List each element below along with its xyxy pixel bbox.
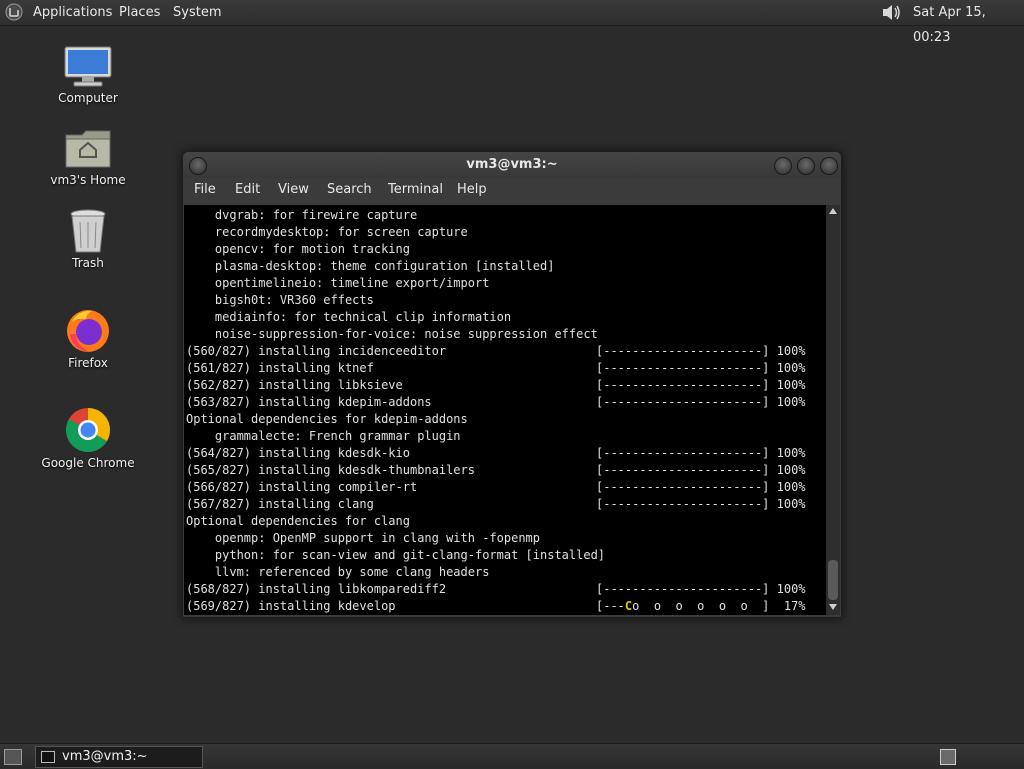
system-menu[interactable]: System xyxy=(173,0,221,25)
computer-label: Computer xyxy=(58,91,118,105)
terminal-window[interactable]: vm3@vm3:~ File Edit View Search Terminal… xyxy=(182,151,842,618)
progress-bar-text: [----------------------] 100% xyxy=(596,463,806,477)
desktop-icon-computer[interactable]: Computer xyxy=(38,45,138,105)
computer-icon xyxy=(64,46,112,87)
terminal-line: openmp: OpenMP support in clang with -fo… xyxy=(186,531,541,545)
menu-edit[interactable]: Edit xyxy=(235,182,260,197)
workspace-switcher[interactable] xyxy=(940,749,956,765)
terminal-line: opencv: for motion tracking xyxy=(186,242,410,256)
show-desktop-icon[interactable] xyxy=(4,749,22,765)
active-progress-bar: [---Co o o o o o ] 17% xyxy=(596,598,806,615)
volume-icon[interactable] xyxy=(880,2,904,23)
progress-bar-rest: o o o o o o ] 17% xyxy=(632,599,806,613)
progress-bar-prefix: [--- xyxy=(596,599,625,613)
progress-bar-text: [----------------------] 100% xyxy=(596,344,806,358)
terminal-line: (562/827) installing libksieve xyxy=(186,378,403,392)
progress-bar-text: [----------------------] 100% xyxy=(596,480,806,494)
taskbar-terminal-label: vm3@vm3:~ xyxy=(62,749,148,764)
progress-bar-text: [----------------------] 100% xyxy=(596,395,806,409)
terminal-line: (560/827) installing incidenceeditor xyxy=(186,344,447,358)
close-button[interactable] xyxy=(820,157,838,175)
terminal-line: mediainfo: for technical clip informatio… xyxy=(186,310,512,324)
clock[interactable]: Sat Apr 15, 00:23 xyxy=(913,0,1024,50)
chrome-label: Google Chrome xyxy=(41,456,135,470)
terminal-line: (561/827) installing ktnef xyxy=(186,361,374,375)
desktop-icon-firefox[interactable]: Firefox xyxy=(38,306,138,370)
trash-icon xyxy=(70,209,106,253)
terminal-line: bigsh0t: VR360 effects xyxy=(186,293,374,307)
desktop-icon-chrome[interactable]: Google Chrome xyxy=(38,406,138,470)
terminal-line: (564/827) installing kdesdk-kio xyxy=(186,446,410,460)
terminal-titlebar[interactable]: vm3@vm3:~ xyxy=(183,152,841,178)
home-folder-icon xyxy=(65,130,111,168)
menu-help[interactable]: Help xyxy=(457,182,487,197)
progress-bar-text: [----------------------] 100% xyxy=(596,378,806,392)
terminal-line: recordmydesktop: for screen capture xyxy=(186,225,468,239)
terminal-line: Optional dependencies for clang xyxy=(186,514,410,528)
trash-label: Trash xyxy=(72,256,104,270)
terminal-line: grammalecte: French grammar plugin xyxy=(186,429,461,443)
terminal-line: plasma-desktop: theme configuration [ins… xyxy=(186,259,555,273)
scroll-down-arrow-icon[interactable] xyxy=(829,604,837,610)
menu-view[interactable]: View xyxy=(278,182,309,197)
menu-search[interactable]: Search xyxy=(327,182,372,197)
terminal-line: opentimelineio: timeline export/import xyxy=(186,276,490,290)
home-label: vm3's Home xyxy=(50,173,126,187)
mint-logo-icon[interactable] xyxy=(5,3,23,21)
chrome-icon xyxy=(66,408,110,452)
terminal-menubar: File Edit View Search Terminal Help xyxy=(183,178,841,205)
terminal-line: (569/827) installing kdevelop xyxy=(186,599,396,613)
terminal-line: (568/827) installing libkomparediff2 xyxy=(186,582,447,596)
desktop-icon-home[interactable]: vm3's Home xyxy=(38,127,138,187)
firefox-icon xyxy=(67,310,109,352)
progress-bar-text: [----------------------] 100% xyxy=(596,497,806,511)
terminal-title: vm3@vm3:~ xyxy=(466,157,558,172)
progress-bar-text: [----------------------] 100% xyxy=(596,361,806,375)
firefox-label: Firefox xyxy=(68,356,108,370)
terminal-line: (566/827) installing compiler-rt xyxy=(186,480,418,494)
applications-menu[interactable]: Applications xyxy=(33,0,112,25)
menu-terminal[interactable]: Terminal xyxy=(388,182,443,197)
terminal-line: noise-suppression-for-voice: noise suppr… xyxy=(186,327,598,341)
bottom-panel: vm3@vm3:~ xyxy=(0,743,1024,769)
terminal-line: (565/827) installing kdesdk-thumbnailers xyxy=(186,463,475,477)
minimize-button[interactable] xyxy=(774,157,792,175)
terminal-scrollbar[interactable] xyxy=(826,205,840,615)
scrollbar-thumb[interactable] xyxy=(828,560,838,600)
terminal-output[interactable]: dvgrab: for firewire capture recordmydes… xyxy=(184,205,826,615)
progress-bar-text: [----------------------] 100% xyxy=(596,582,806,596)
terminal-line: Optional dependencies for kdepim-addons xyxy=(186,412,468,426)
terminal-line: (563/827) installing kdepim-addons xyxy=(186,395,432,409)
terminal-line: python: for scan-view and git-clang-form… xyxy=(186,548,606,562)
scroll-up-arrow-icon[interactable] xyxy=(829,208,837,214)
terminal-lines: dvgrab: for firewire capture recordmydes… xyxy=(186,207,806,615)
terminal-line: dvgrab: for firewire capture xyxy=(186,208,418,222)
terminal-line: llvm: referenced by some clang headers xyxy=(186,565,490,579)
taskbar-terminal-button[interactable]: vm3@vm3:~ xyxy=(35,746,203,768)
progress-bar-text: [----------------------] 100% xyxy=(596,446,806,460)
terminal-line: (567/827) installing clang xyxy=(186,497,374,511)
maximize-button[interactable] xyxy=(797,157,815,175)
places-menu[interactable]: Places xyxy=(119,0,160,25)
desktop-icon-trash[interactable]: Trash xyxy=(38,208,138,270)
menu-file[interactable]: File xyxy=(194,182,216,197)
terminal-icon xyxy=(41,751,55,763)
top-panel: Applications Places System Sat Apr 15, 0… xyxy=(0,0,1024,45)
